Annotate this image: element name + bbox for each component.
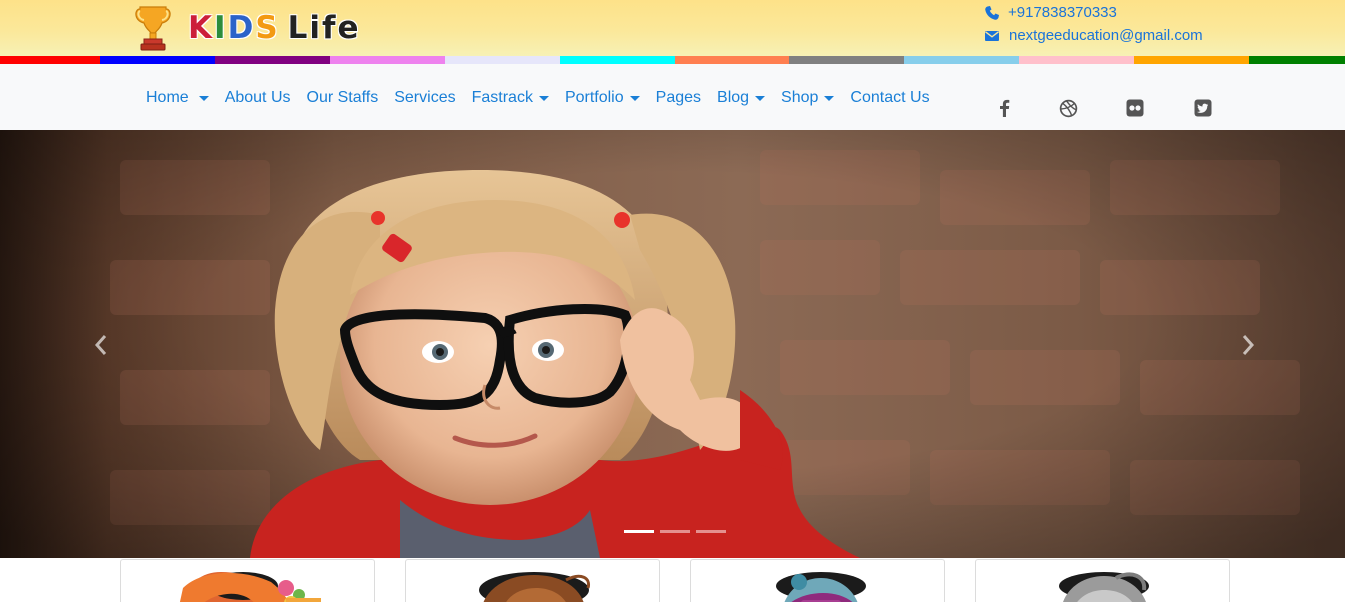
nav-label: Pages xyxy=(655,89,702,106)
caret-down-icon xyxy=(538,96,549,101)
twitter-icon[interactable] xyxy=(1192,97,1214,119)
caret-down-icon xyxy=(824,96,835,101)
cartoon-character-image xyxy=(179,572,321,602)
feature-card[interactable] xyxy=(975,559,1230,602)
carousel-indicator[interactable] xyxy=(660,530,690,533)
cartoon-character-image xyxy=(776,572,866,602)
caret-down-icon xyxy=(629,96,640,101)
stripe-segment xyxy=(444,56,560,64)
carousel-indicators xyxy=(624,530,732,533)
chevron-right-icon xyxy=(1242,335,1255,355)
stripe-segment xyxy=(789,56,905,64)
logo-wordmark: K I D S L i f e xyxy=(188,10,361,46)
logo-letter: f xyxy=(322,10,338,46)
carousel-prev[interactable] xyxy=(89,330,113,360)
nav-label: Blog xyxy=(717,89,750,106)
logo-letter: i xyxy=(309,10,323,46)
color-stripe xyxy=(0,56,1345,64)
cartoon-character-image xyxy=(1059,572,1149,602)
flickr-icon[interactable] xyxy=(1124,97,1146,119)
site-header: K I D S L i f e +917838370333 nextgeeduc… xyxy=(0,0,1345,56)
stripe-segment xyxy=(329,56,445,64)
nav-label: Our Staffs xyxy=(306,89,379,106)
carousel-indicator[interactable] xyxy=(624,530,654,533)
contact-info: +917838370333 nextgeeducation@gmail.com xyxy=(984,1,1203,47)
nav-our-staffs[interactable]: Our Staffs xyxy=(299,88,387,108)
girl-with-glasses-photo xyxy=(0,130,1345,558)
nav-portfolio[interactable]: Portfolio xyxy=(557,88,648,108)
feature-card[interactable] xyxy=(120,559,375,602)
hero-carousel[interactable] xyxy=(0,130,1345,558)
nav-blog[interactable]: Blog xyxy=(709,88,773,108)
stripe-segment xyxy=(1019,56,1135,64)
envelope-icon xyxy=(985,30,999,41)
nav-contact-us[interactable]: Contact Us xyxy=(842,88,937,108)
chevron-left-icon xyxy=(94,335,107,355)
stripe-segment xyxy=(674,56,790,64)
nav-label: About Us xyxy=(224,89,291,106)
logo-letter: L xyxy=(287,10,310,46)
stripe-segment xyxy=(1134,56,1250,64)
nav-label: Services xyxy=(394,89,456,106)
logo-letter: D xyxy=(227,10,256,46)
logo-letter: I xyxy=(214,10,228,46)
logo-letter: e xyxy=(337,10,361,46)
caret-down-icon xyxy=(755,96,766,101)
stripe-segment xyxy=(1249,56,1345,64)
nav-label: Contact Us xyxy=(850,89,930,106)
dribbble-icon[interactable] xyxy=(1057,97,1079,119)
nav-shop[interactable]: Shop xyxy=(773,88,842,108)
nav-pages[interactable]: Pages xyxy=(648,88,709,108)
trophy-icon xyxy=(135,6,171,51)
site-logo[interactable]: K I D S L i f e xyxy=(134,3,361,53)
phone-number[interactable]: +917838370333 xyxy=(1008,4,1117,21)
carousel-next[interactable] xyxy=(1236,330,1260,360)
feature-cards xyxy=(0,558,1345,602)
stripe-segment xyxy=(0,56,100,64)
phone-icon xyxy=(985,5,999,20)
main-navbar: Home About Us Our Staffs Services Fastrack Po… xyxy=(0,64,1345,130)
nav-services[interactable]: Services xyxy=(386,88,463,108)
stripe-segment xyxy=(559,56,675,64)
nav-label: Shop xyxy=(781,89,819,106)
nav-label: Home xyxy=(146,89,189,106)
phone-row[interactable]: +917838370333 xyxy=(984,1,1203,24)
caret-down-icon xyxy=(198,96,209,101)
email-address[interactable]: nextgeeducation@gmail.com xyxy=(1009,27,1203,44)
cartoon-character-image xyxy=(479,572,591,602)
feature-card[interactable] xyxy=(405,559,660,602)
nav-label: Portfolio xyxy=(564,89,624,106)
stripe-segment xyxy=(904,56,1020,64)
stripe-segment xyxy=(99,56,215,64)
logo-letter: K xyxy=(188,10,215,46)
facebook-icon[interactable] xyxy=(993,97,1015,119)
stripe-segment xyxy=(214,56,330,64)
nav-label: Fastrack xyxy=(471,89,533,106)
feature-card[interactable] xyxy=(690,559,945,602)
email-row[interactable]: nextgeeducation@gmail.com xyxy=(984,24,1203,47)
nav-about-us[interactable]: About Us xyxy=(217,88,299,108)
nav-fastrack[interactable]: Fastrack xyxy=(464,88,557,108)
carousel-indicator[interactable] xyxy=(696,530,726,533)
nav-home[interactable]: Home xyxy=(138,88,217,108)
logo-letter: S xyxy=(255,10,280,46)
nav-menu: Home About Us Our Staffs Services Fastrack Po… xyxy=(138,88,938,108)
